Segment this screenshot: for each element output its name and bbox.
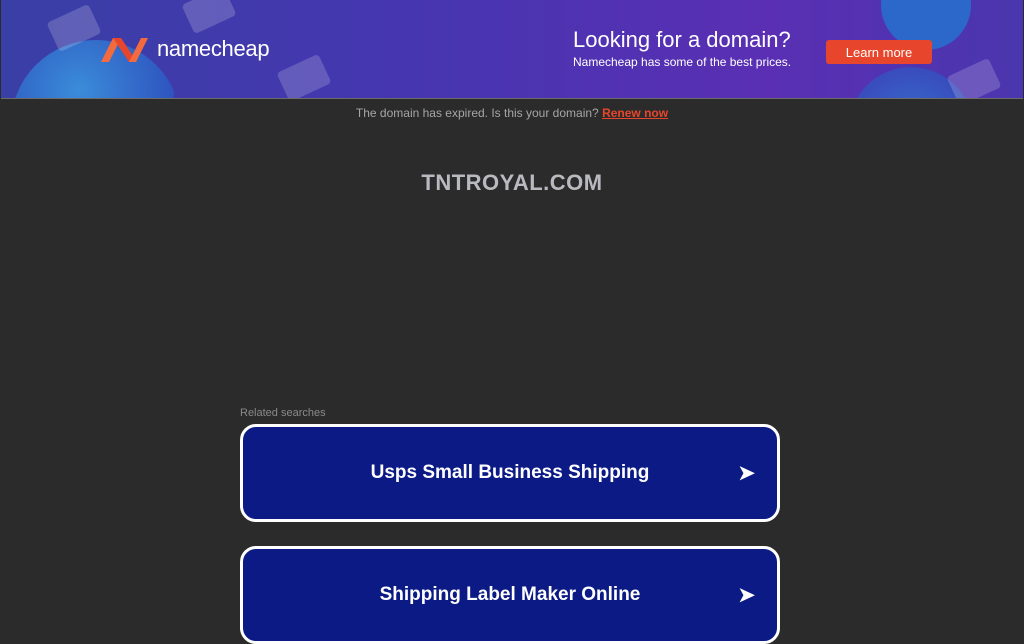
expired-notice-text: The domain has expired. Is this your dom… [355,106,599,120]
namecheap-logo-icon [101,38,148,62]
decorative-card-icon [181,0,237,35]
logo-text: namecheap [157,36,270,61]
related-search-button[interactable]: Shipping Label Maker Online ➤ [240,546,780,644]
arrow-right-icon: ➤ [738,462,755,485]
related-search-label: Shipping Label Maker Online [379,584,641,605]
arrow-right-icon: ➤ [738,584,755,607]
namecheap-logo[interactable]: namecheap [99,34,270,64]
expired-notice: The domain has expired. Is this your dom… [0,106,1024,120]
renew-now-link[interactable]: Renew now [602,106,668,120]
related-searches-label: Related searches [240,407,326,419]
related-search-label: Usps Small Business Shipping [370,462,650,483]
domain-title: TNTROYAL.COM [421,170,603,195]
promo-title: Looking for a domain? [573,27,791,52]
learn-more-button[interactable]: Learn more [826,40,932,64]
promo-subtitle: Namecheap has some of the best prices. [573,55,792,69]
namecheap-banner[interactable]: namecheap Looking for a domain? Namechea… [1,0,1023,99]
decorative-card-icon [276,53,332,98]
related-search-button[interactable]: Usps Small Business Shipping ➤ [240,424,780,522]
